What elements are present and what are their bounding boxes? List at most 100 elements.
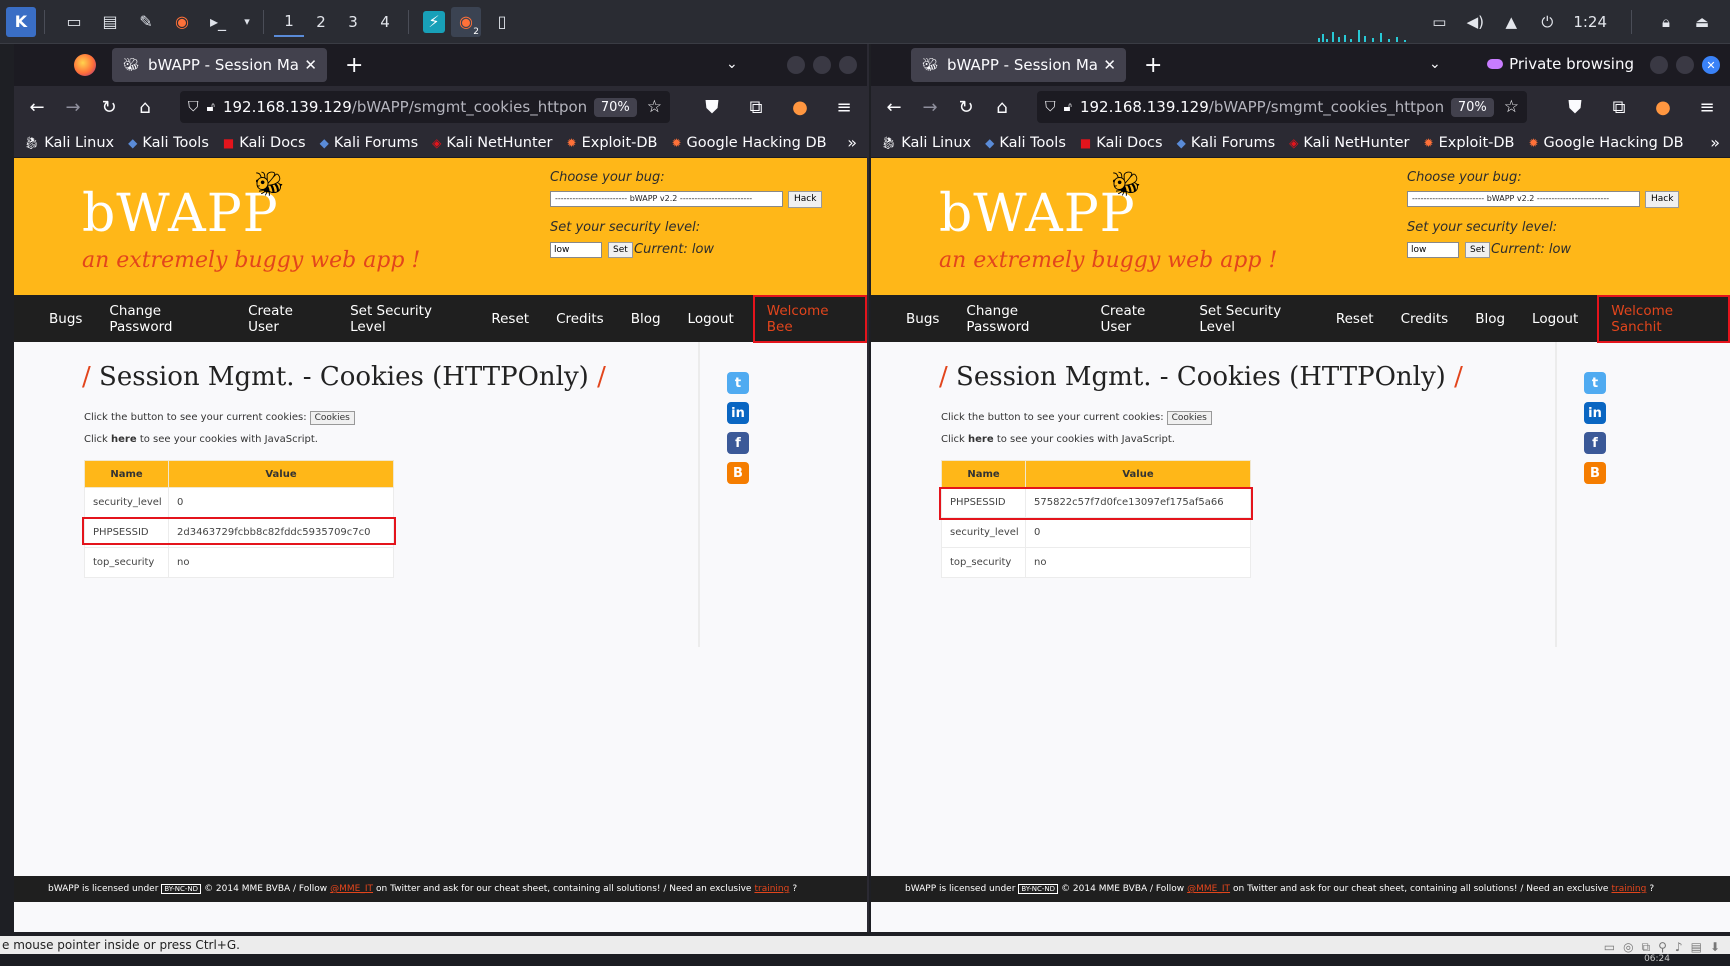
bookmark-kali-docs[interactable]: ■ Kali Docs <box>1080 135 1163 151</box>
bookmarks-overflow-icon[interactable]: » <box>847 133 857 152</box>
bookmark-kali-nethunter[interactable]: ◈ Kali NetHunter <box>432 135 552 151</box>
back-icon[interactable]: ← <box>879 92 909 122</box>
tracking-shield-icon[interactable]: ⛉ <box>188 99 199 115</box>
list-tabs-icon[interactable]: ⌄ <box>726 56 738 72</box>
workspace-4[interactable]: 4 <box>370 7 400 37</box>
menu-change-password[interactable]: Change Password <box>966 303 1073 335</box>
menu-change-password[interactable]: Change Password <box>109 303 221 335</box>
twitter-icon[interactable]: t <box>1584 372 1606 394</box>
bookmark-google-hacking-db[interactable]: ✹ Google Hacking DB <box>1528 135 1683 151</box>
back-icon[interactable]: ← <box>22 92 52 122</box>
terminal-icon[interactable]: ▸_ <box>203 7 233 37</box>
firefox-task-icon[interactable]: ◉ 2 <box>451 6 481 37</box>
bug-select[interactable]: ------------------------- bWAPP v2.2 ---… <box>550 191 783 207</box>
burp-suite-icon[interactable]: ⚡ <box>423 10 445 33</box>
here-link[interactable]: here <box>111 434 137 445</box>
close-tab-icon[interactable]: ✕ <box>304 56 317 74</box>
url-text[interactable]: 192.168.139.129/bWAPP/smgmt_cookies_http… <box>223 98 588 116</box>
terminal-task-icon[interactable]: ▯ <box>487 7 517 37</box>
close-window-icon[interactable] <box>839 56 857 74</box>
chevron-down-icon[interactable]: ▾ <box>239 7 255 37</box>
bookmark-kali-linux[interactable]: 🐉︎ Kali Linux <box>881 135 971 151</box>
url-text[interactable]: 192.168.139.129/bWAPP/smgmt_cookies_http… <box>1080 98 1445 116</box>
facebook-icon[interactable]: f <box>727 432 749 454</box>
security-level-select[interactable]: low <box>1407 242 1459 258</box>
facebook-icon[interactable]: f <box>1584 432 1606 454</box>
hack-button[interactable]: Hack <box>1645 191 1680 208</box>
file-manager-icon[interactable]: ▤ <box>95 7 125 37</box>
insecure-lock-icon[interactable]: 🔓︎ <box>1064 100 1072 115</box>
menu-logout[interactable]: Logout <box>688 311 734 327</box>
menu-bugs[interactable]: Bugs <box>49 311 82 327</box>
menu-credits[interactable]: Credits <box>1401 311 1449 327</box>
close-tab-icon[interactable]: ✕ <box>1103 56 1116 74</box>
menu-blog[interactable]: Blog <box>1475 311 1505 327</box>
extensions-icon[interactable]: ⧉ <box>741 92 771 122</box>
account-icon[interactable]: ● <box>785 92 815 122</box>
zoom-level[interactable]: 70% <box>593 97 637 117</box>
insecure-lock-icon[interactable]: 🔓︎ <box>207 100 215 115</box>
minimize-icon[interactable] <box>1650 56 1668 74</box>
bookmark-kali-tools[interactable]: ◆ Kali Tools <box>985 135 1066 151</box>
blogger-icon[interactable]: B <box>727 462 749 484</box>
maximize-icon[interactable] <box>1676 56 1694 74</box>
bookmark-kali-forums[interactable]: ◆ Kali Forums <box>320 135 419 151</box>
url-bar[interactable]: ⛉ 🔓︎ 192.168.139.129/bWAPP/smgmt_cookies… <box>180 91 670 123</box>
hamburger-menu-icon[interactable]: ≡ <box>1692 92 1722 122</box>
bookmark-exploit-db[interactable]: ✹ Exploit-DB <box>567 135 658 151</box>
lock-icon[interactable]: 🔒︎ <box>1656 12 1676 32</box>
linkedin-icon[interactable]: in <box>727 402 749 424</box>
kali-menu-icon[interactable]: K <box>6 6 36 37</box>
cookies-button[interactable]: Cookies <box>1166 411 1212 425</box>
close-window-icon[interactable]: ✕ <box>1702 56 1720 74</box>
power-icon[interactable]: ⏻ <box>1537 12 1557 32</box>
home-icon[interactable]: ⌂ <box>130 92 160 122</box>
bug-select[interactable]: ------------------------- bWAPP v2.2 ---… <box>1407 191 1640 207</box>
security-level-select[interactable]: low <box>550 242 602 258</box>
reload-icon[interactable]: ↻ <box>94 92 124 122</box>
twitter-icon[interactable]: t <box>727 372 749 394</box>
url-bar[interactable]: ⛉ 🔓︎ 192.168.139.129/bWAPP/smgmt_cookies… <box>1037 91 1527 123</box>
tab-bwapp[interactable]: 🐝︎ bWAPP - Session Manage ✕ <box>911 48 1126 82</box>
cc-license-icon[interactable]: BY-NC-ND <box>161 884 202 894</box>
new-tab-icon[interactable]: + <box>345 53 363 78</box>
menu-credits[interactable]: Credits <box>556 311 604 327</box>
bookmark-kali-tools[interactable]: ◆ Kali Tools <box>128 135 209 151</box>
firefox-view-icon[interactable] <box>74 54 96 76</box>
training-link[interactable]: training <box>754 884 789 894</box>
bookmark-kali-forums[interactable]: ◆ Kali Forums <box>1177 135 1276 151</box>
workspace-1[interactable]: 1 <box>274 7 304 37</box>
bookmark-google-hacking-db[interactable]: ✹ Google Hacking DB <box>671 135 826 151</box>
account-icon[interactable]: ● <box>1648 92 1678 122</box>
bookmark-exploit-db[interactable]: ✹ Exploit-DB <box>1424 135 1515 151</box>
bookmark-kali-docs[interactable]: ■ Kali Docs <box>223 135 306 151</box>
text-editor-icon[interactable]: ✎ <box>131 7 161 37</box>
firefox-icon[interactable]: ◉ <box>167 7 197 37</box>
reload-icon[interactable]: ↻ <box>951 92 981 122</box>
pocket-icon[interactable]: ⛊ <box>1560 92 1590 122</box>
menu-set-security-level[interactable]: Set Security Level <box>350 303 464 335</box>
forward-icon[interactable]: → <box>915 92 945 122</box>
twitter-link[interactable]: @MME_IT <box>1187 884 1230 894</box>
list-tabs-icon[interactable]: ⌄ <box>1429 56 1441 72</box>
volume-icon[interactable]: ◀) <box>1465 12 1485 32</box>
linkedin-icon[interactable]: in <box>1584 402 1606 424</box>
tab-bwapp[interactable]: 🐝︎ bWAPP - Session Manage ✕ <box>112 48 327 82</box>
workspace-3[interactable]: 3 <box>338 7 368 37</box>
home-icon[interactable]: ⌂ <box>987 92 1017 122</box>
menu-blog[interactable]: Blog <box>631 311 661 327</box>
menu-create-user[interactable]: Create User <box>1100 303 1172 335</box>
menu-reset[interactable]: Reset <box>491 311 529 327</box>
extensions-icon[interactable]: ⧉ <box>1604 92 1634 122</box>
blogger-icon[interactable]: B <box>1584 462 1606 484</box>
menu-reset[interactable]: Reset <box>1336 311 1374 327</box>
set-security-button[interactable]: Set <box>608 242 633 258</box>
maximize-icon[interactable] <box>813 56 831 74</box>
here-link[interactable]: here <box>968 434 994 445</box>
pocket-icon[interactable]: ⛊ <box>697 92 727 122</box>
menu-logout[interactable]: Logout <box>1532 311 1578 327</box>
menu-bugs[interactable]: Bugs <box>906 311 939 327</box>
hamburger-menu-icon[interactable]: ≡ <box>829 92 859 122</box>
bookmark-kali-linux[interactable]: 🐉︎ Kali Linux <box>24 135 114 151</box>
tracking-shield-icon[interactable]: ⛉ <box>1045 99 1056 115</box>
